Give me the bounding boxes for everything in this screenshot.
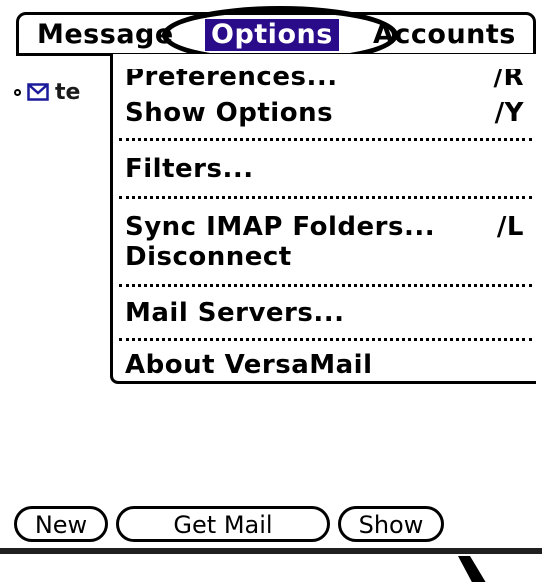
- menu-item-disconnect[interactable]: Disconnect: [125, 240, 524, 274]
- stylus-pointer-icon: [458, 556, 486, 582]
- menu-separator: [119, 138, 532, 141]
- menu-item-show-options[interactable]: Show Options ∕Y: [125, 96, 524, 130]
- options-dropdown-menu: Preferences... ∕R Show Options ∕Y Filter…: [110, 54, 536, 384]
- menu-message[interactable]: Message: [31, 19, 180, 51]
- menu-item-shortcut: ∕Y: [494, 98, 524, 128]
- menu-separator: [119, 338, 532, 341]
- menu-options[interactable]: Options: [205, 19, 339, 51]
- menu-separator: [119, 284, 532, 287]
- menu-item-label: Show Options: [125, 98, 334, 128]
- new-button[interactable]: New: [14, 506, 108, 542]
- menu-item-shortcut: ∕R: [493, 62, 524, 92]
- screen: Message Options Accounts te Preferences.…: [0, 0, 542, 582]
- message-subject: te: [55, 79, 81, 105]
- menu-item-label: Preferences...: [125, 62, 338, 92]
- menu-separator: [119, 196, 532, 199]
- envelope-icon: [27, 83, 49, 101]
- list-item[interactable]: te: [14, 78, 80, 106]
- menu-item-preferences[interactable]: Preferences... ∕R: [125, 62, 524, 94]
- menu-bar: Message Options Accounts: [16, 12, 536, 56]
- menu-item-mail-servers[interactable]: Mail Servers...: [125, 296, 524, 330]
- get-mail-button[interactable]: Get Mail: [116, 506, 330, 542]
- menu-item-label: About VersaMail: [125, 350, 373, 380]
- menu-item-sync-imap-folders[interactable]: Sync IMAP Folders... ∕L: [125, 210, 524, 244]
- menu-item-filters[interactable]: Filters...: [125, 152, 524, 186]
- menu-item-shortcut: ∕L: [496, 212, 524, 242]
- show-button[interactable]: Show: [338, 506, 444, 542]
- menu-item-label: Mail Servers...: [125, 298, 345, 328]
- read-status-dot: [14, 88, 21, 96]
- menu-item-about-versamail[interactable]: About VersaMail: [125, 348, 524, 382]
- menu-item-label: Sync IMAP Folders...: [125, 212, 436, 242]
- menu-item-label: Filters...: [125, 154, 254, 184]
- menu-accounts[interactable]: Accounts: [367, 19, 522, 51]
- menu-item-label: Disconnect: [125, 242, 292, 272]
- screen-bottom-edge: [0, 548, 542, 554]
